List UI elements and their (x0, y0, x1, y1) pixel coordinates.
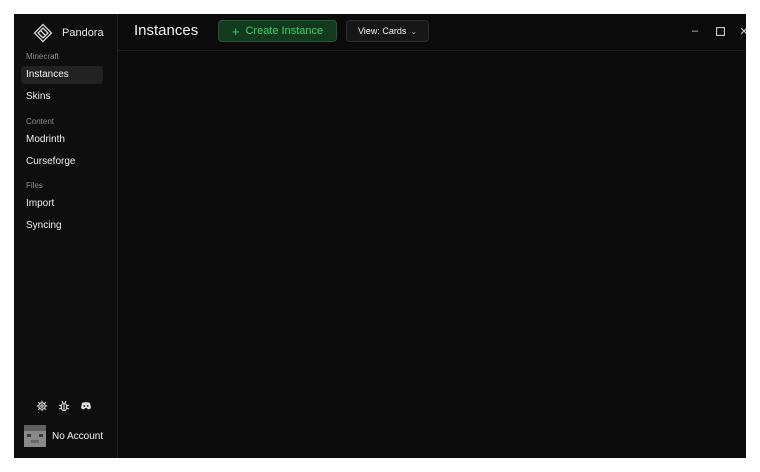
section-files-label: Files (26, 181, 43, 190)
sidebar-item-import[interactable]: Import (21, 195, 103, 213)
discord-icon[interactable] (80, 400, 92, 412)
create-instance-label: Create Instance (245, 25, 324, 37)
section-minecraft-label: Minecraft (26, 52, 59, 61)
instances-content-area (118, 51, 746, 458)
plus-icon: + (231, 23, 240, 39)
account-button[interactable]: No Account (24, 425, 103, 447)
sidebar-item-instances[interactable]: Instances (21, 66, 103, 84)
view-mode-dropdown[interactable]: View: Cards ⌄ (346, 20, 429, 42)
account-label: No Account (52, 430, 104, 442)
maximize-icon[interactable] (713, 24, 727, 38)
pandora-logo-icon (33, 23, 53, 43)
sidebar-item-curseforge[interactable]: Curseforge (21, 153, 103, 171)
chevron-down-icon: ⌄ (410, 26, 418, 36)
sidebar-item-modrinth[interactable]: Modrinth (21, 131, 103, 149)
page-title: Instances (134, 22, 199, 39)
view-mode-label: View: Cards (357, 26, 407, 36)
sidebar-item-skins[interactable]: Skins (21, 88, 103, 106)
avatar (24, 425, 46, 447)
bug-icon[interactable] (58, 400, 70, 412)
settings-icon[interactable] (36, 400, 48, 412)
section-content-label: Content (26, 117, 55, 126)
create-instance-button[interactable]: + Create Instance (218, 20, 337, 42)
topbar: Instances + Create Instance View: Cards … (118, 14, 746, 51)
close-icon[interactable]: ✕ (737, 24, 746, 38)
brand: Pandora (32, 22, 104, 44)
sidebar-item-syncing[interactable]: Syncing (21, 217, 103, 235)
sidebar-bottom-icons (36, 400, 92, 412)
app-name: Pandora (62, 27, 104, 39)
sidebar: Pandora Minecraft Instances Skins Conten… (14, 14, 118, 458)
app-window: Pandora Minecraft Instances Skins Conten… (14, 14, 746, 458)
minimize-icon[interactable]: – (688, 24, 702, 38)
